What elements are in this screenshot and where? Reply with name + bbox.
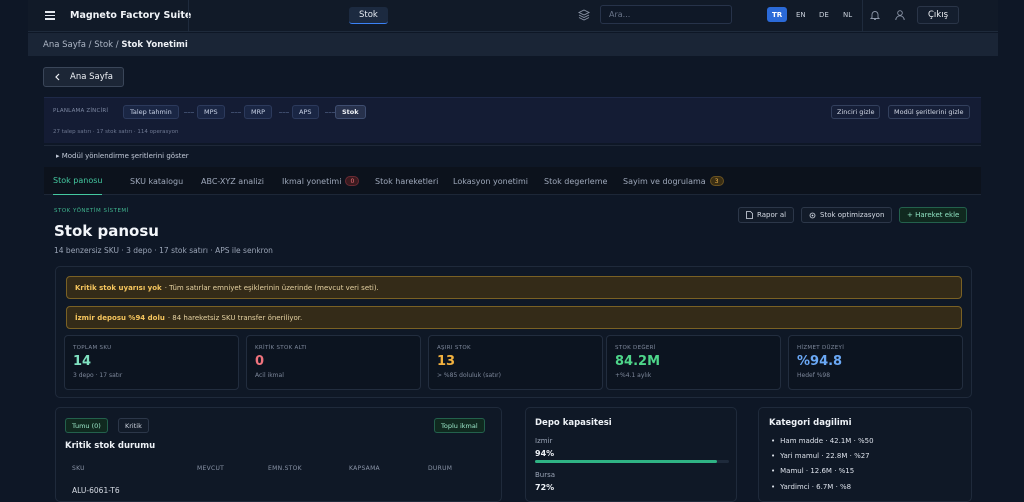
- document-icon: [746, 211, 753, 219]
- category-item: Mamul · 12.6M · %15: [771, 467, 854, 475]
- warehouse-izmir-pct: 94%: [535, 449, 555, 458]
- chain-step-stok[interactable]: Stok: [335, 105, 366, 119]
- lang-en[interactable]: EN: [791, 7, 811, 22]
- chain-label: PLANLAMA ZİNCİRİ: [53, 108, 109, 114]
- logout-button[interactable]: Çıkış: [917, 6, 960, 24]
- col-sku[interactable]: SKU: [72, 465, 85, 472]
- warehouse-bursa: Bursa: [535, 471, 556, 479]
- critical-stock-card: Tumu (0) Kritik Toplu ikmal Kritik stok …: [55, 407, 502, 502]
- category-item: Yardimci · 6.7M · %8: [771, 483, 851, 491]
- alert-critical: Kritik stok uyarısı yok · Tüm satırlar em…: [66, 276, 962, 299]
- chain-step-mrp[interactable]: MRP: [244, 105, 273, 119]
- col-safety[interactable]: EMN.STOK: [268, 465, 302, 472]
- overview-panel: Kritik stok uyarısı yok · Tüm satırlar em…: [55, 266, 972, 398]
- tab-abc-xyz[interactable]: ABC-XYZ analizi: [201, 167, 264, 195]
- alert-izmir: İzmir deposu %94 dolu · 84 hareketsiz SKU…: [66, 306, 962, 329]
- search-input[interactable]: [600, 5, 732, 24]
- tab-sayim[interactable]: Sayim ve dogrulama 3: [623, 167, 724, 195]
- col-coverage[interactable]: KAPSAMA: [349, 465, 380, 472]
- divider: [862, 0, 863, 32]
- chain-step-mps[interactable]: MPS: [197, 105, 225, 119]
- chain-step-aps[interactable]: APS: [292, 105, 319, 119]
- warehouse-card: Depo kapasitesi Izmir 94% Bursa 72%: [525, 407, 737, 502]
- tab-stok-panosu[interactable]: Stok panosu: [53, 167, 103, 195]
- page-subtitle: 14 benzersiz SKU · 3 depo · 17 stok satı…: [54, 246, 273, 255]
- user-icon[interactable]: [894, 9, 906, 21]
- col-current[interactable]: MEVCUT: [197, 465, 224, 472]
- bulk-replenish-button[interactable]: Toplu ikmal: [434, 418, 485, 433]
- module-strip-toggle[interactable]: ▸ Modül yönlendirme şeritlerini göster: [44, 145, 981, 165]
- tab-stok-degerleme[interactable]: Stok degerleme: [544, 167, 607, 195]
- add-movement-button[interactable]: + Hareket ekle: [899, 207, 968, 223]
- kpi-overstock[interactable]: AŞIRI STOK 13 > %85 doluluk (satır): [428, 335, 603, 390]
- filter-critical[interactable]: Kritik: [118, 418, 149, 433]
- filter-all[interactable]: Tumu (0): [65, 418, 108, 433]
- breadcrumb-home[interactable]: Ana Sayfa: [43, 40, 86, 50]
- kpi-critical[interactable]: KRİTİK STOK ALTI 0 Acil ikmal: [246, 335, 421, 390]
- divider: [188, 0, 189, 32]
- kpi-stock-value[interactable]: STOK DEĞERİ 84.2M +%4.1 aylık: [606, 335, 781, 390]
- warehouse-title: Depo kapasitesi: [535, 418, 612, 428]
- layers-icon[interactable]: [578, 9, 590, 21]
- tab-bar: Stok panosu SKU katalogu ABC-XYZ analizi…: [44, 167, 981, 195]
- hide-strips-button[interactable]: Modül şeritlerini gizle: [888, 105, 970, 119]
- planning-chain: PLANLAMA ZİNCİRİ Talep tahmin MPS MRP AP…: [44, 97, 981, 143]
- tab-stok-hareketleri[interactable]: Stok hareketleri: [375, 167, 438, 195]
- gear-icon: [809, 212, 816, 218]
- col-status[interactable]: DURUM: [428, 465, 452, 472]
- kpi-total-sku[interactable]: TOPLAM SKU 14 3 depo · 17 satır: [64, 335, 239, 390]
- breadcrumb-module[interactable]: Stok: [94, 40, 113, 50]
- lang-de[interactable]: DE: [814, 7, 834, 22]
- report-button[interactable]: Rapor al: [738, 207, 795, 223]
- sayim-badge: 3: [709, 176, 724, 186]
- category-item: Ham madde · 42.1M · %50: [771, 437, 873, 445]
- tab-sku-katalogu[interactable]: SKU katalogu: [130, 167, 183, 195]
- warehouse-izmir: Izmir: [535, 437, 553, 445]
- page-eyebrow: STOK YÖNETİM SİSTEMİ: [54, 208, 129, 214]
- table-row-sku[interactable]: ALU-6061-T6: [72, 486, 120, 495]
- warehouse-izmir-bar: [535, 460, 729, 463]
- hide-chain-button[interactable]: Zinciri gizle: [831, 105, 881, 119]
- back-button[interactable]: Ana Sayfa: [43, 67, 124, 87]
- warehouse-bursa-pct: 72%: [535, 483, 555, 492]
- menu-icon[interactable]: [45, 9, 59, 23]
- page-title: Stok panosu: [54, 222, 159, 240]
- kpi-service-level[interactable]: HİZMET DÜZEYİ %94.8 Hedef %98: [788, 335, 963, 390]
- category-title: Kategori dagilimi: [769, 418, 852, 428]
- chain-step-talep[interactable]: Talep tahmin: [123, 105, 179, 119]
- category-item: Yari mamul · 22.8M · %27: [771, 452, 870, 460]
- chain-meta: 27 talep satırı · 17 stok satırı · 114 o…: [53, 129, 179, 135]
- ikmal-badge: 0: [345, 176, 360, 186]
- lang-nl[interactable]: NL: [838, 7, 857, 22]
- bell-icon[interactable]: [869, 9, 881, 21]
- critical-title: Kritik stok durumu: [65, 441, 156, 451]
- breadcrumb: Ana Sayfa / Stok / Stok Yonetimi: [28, 33, 998, 56]
- optimize-button[interactable]: Stok optimizasyon: [801, 207, 893, 223]
- tab-lokasyon[interactable]: Lokasyon yonetimi: [453, 167, 528, 195]
- breadcrumb-current: Stok Yonetimi: [121, 39, 188, 50]
- tab-ikmal[interactable]: Ikmal yonetimi 0: [282, 167, 360, 195]
- module-tab-stok[interactable]: Stok: [349, 7, 388, 24]
- category-card: Kategori dagilimi Ham madde · 42.1M · %5…: [758, 407, 972, 502]
- chevron-left-icon: [55, 73, 60, 81]
- app-title: Magneto Factory Suite: [70, 10, 192, 21]
- lang-tr[interactable]: TR: [767, 7, 788, 22]
